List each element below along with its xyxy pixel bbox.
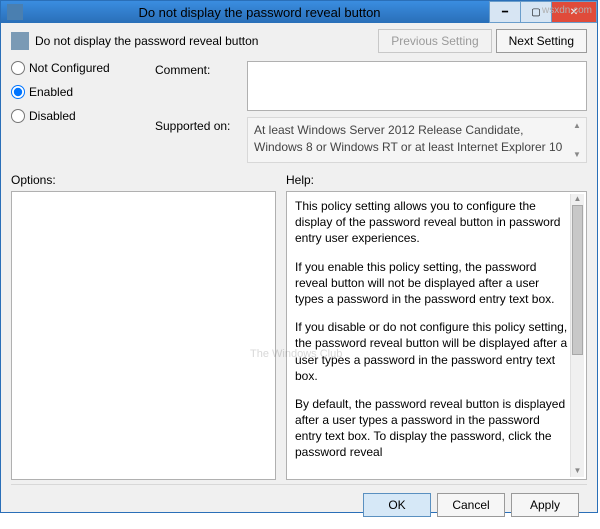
help-label: Help: xyxy=(286,173,587,187)
fields-column: Comment: Supported on: At least Windows … xyxy=(155,61,587,163)
lower-section: Options: Help: This policy setting allow… xyxy=(11,173,587,480)
header-row: Do not display the password reveal butto… xyxy=(11,29,587,53)
radio-disabled-label: Disabled xyxy=(29,109,76,123)
window-title: Do not display the password reveal butto… xyxy=(29,5,490,20)
scrollbar-thumb[interactable] xyxy=(572,205,583,355)
titlebar: Do not display the password reveal butto… xyxy=(1,1,597,23)
next-setting-button[interactable]: Next Setting xyxy=(496,29,587,53)
supported-label: Supported on: xyxy=(155,117,239,163)
help-column: Help: This policy setting allows you to … xyxy=(286,173,587,480)
previous-setting-button[interactable]: Previous Setting xyxy=(378,29,491,53)
scrollbar-track[interactable] xyxy=(571,205,584,466)
radio-enabled-input[interactable] xyxy=(11,85,25,99)
help-paragraph-1: This policy setting allows you to config… xyxy=(295,198,568,247)
footer-buttons: OK Cancel Apply xyxy=(11,484,587,523)
radio-not-configured-input[interactable] xyxy=(11,61,25,75)
minimize-icon: ━ xyxy=(502,7,508,18)
supported-scrollbar[interactable]: ▲ ▼ xyxy=(570,120,584,160)
radio-disabled-input[interactable] xyxy=(11,109,25,123)
dialog-window: Do not display the password reveal butto… xyxy=(0,0,598,513)
minimize-button[interactable]: ━ xyxy=(489,1,521,23)
content-area: Do not display the password reveal butto… xyxy=(1,23,597,529)
radio-not-configured[interactable]: Not Configured xyxy=(11,61,141,75)
apply-button[interactable]: Apply xyxy=(511,493,579,517)
nav-buttons: Previous Setting Next Setting xyxy=(378,29,587,53)
upper-section: Not Configured Enabled Disabled Comment: xyxy=(11,61,587,163)
radio-not-configured-label: Not Configured xyxy=(29,61,110,75)
help-box: This policy setting allows you to config… xyxy=(286,191,587,480)
scroll-up-icon: ▲ xyxy=(570,120,584,131)
help-paragraph-4: By default, the password reveal button i… xyxy=(295,396,568,461)
help-scrollbar[interactable]: ▲ ▼ xyxy=(570,194,584,477)
supported-on-value: At least Windows Server 2012 Release Can… xyxy=(254,123,562,154)
policy-icon xyxy=(11,32,29,50)
options-column: Options: xyxy=(11,173,276,480)
radio-enabled-label: Enabled xyxy=(29,85,73,99)
help-paragraph-2: If you enable this policy setting, the p… xyxy=(295,259,568,308)
comment-input[interactable] xyxy=(247,61,587,111)
policy-title: Do not display the password reveal butto… xyxy=(35,34,378,48)
supported-row: Supported on: At least Windows Server 20… xyxy=(155,117,587,163)
options-label: Options: xyxy=(11,173,276,187)
cancel-button[interactable]: Cancel xyxy=(437,493,505,517)
comment-row: Comment: xyxy=(155,61,587,111)
scroll-up-icon: ▲ xyxy=(571,194,584,205)
app-icon xyxy=(7,4,23,20)
scroll-down-icon: ▼ xyxy=(570,149,584,160)
radio-enabled[interactable]: Enabled xyxy=(11,85,141,99)
help-paragraph-3: If you disable or do not configure this … xyxy=(295,319,568,384)
ok-button[interactable]: OK xyxy=(363,493,431,517)
options-box[interactable] xyxy=(11,191,276,480)
maximize-icon: ▢ xyxy=(531,7,540,18)
radio-disabled[interactable]: Disabled xyxy=(11,109,141,123)
state-radio-group: Not Configured Enabled Disabled xyxy=(11,61,141,163)
supported-on-text: At least Windows Server 2012 Release Can… xyxy=(247,117,587,163)
scroll-down-icon: ▼ xyxy=(571,466,584,477)
comment-label: Comment: xyxy=(155,61,239,111)
source-watermark: wsxdn.com xyxy=(542,5,592,16)
